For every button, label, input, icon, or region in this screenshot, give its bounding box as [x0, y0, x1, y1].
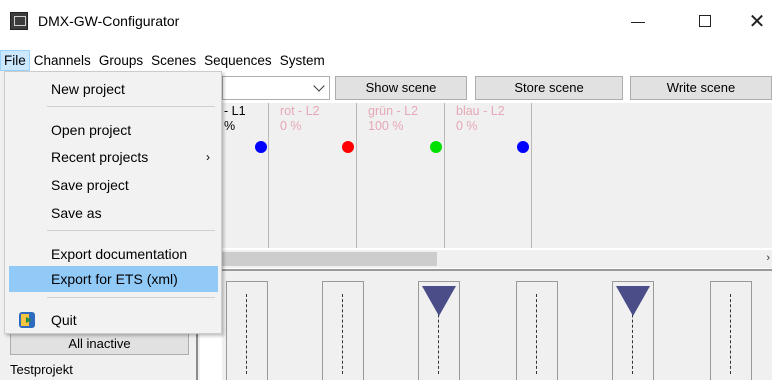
menu-groups[interactable]: Groups	[95, 50, 147, 71]
fader[interactable]	[418, 281, 460, 380]
channel-color-dot	[255, 141, 267, 153]
channel-card[interactable]: rot - L2 0 %	[270, 103, 357, 248]
fader-track	[730, 294, 731, 374]
fader[interactable]	[710, 281, 752, 380]
fader-handle[interactable]	[422, 286, 456, 316]
menu-item-open-project[interactable]: Open project	[9, 117, 218, 143]
menu-bar: File Channels Groups Scenes Sequences Sy…	[0, 50, 772, 71]
menu-separator	[47, 230, 215, 231]
fader-area	[222, 271, 772, 380]
menu-sequences[interactable]: Sequences	[200, 50, 276, 71]
horizontal-scrollbar[interactable]: ›	[222, 250, 772, 268]
all-inactive-button[interactable]: All inactive	[10, 332, 189, 355]
close-icon: ✕	[748, 10, 766, 33]
project-name: Testprojekt	[10, 362, 73, 377]
menu-file[interactable]: File	[0, 50, 30, 71]
fader[interactable]	[516, 281, 558, 380]
channel-name: grün - L2	[368, 104, 419, 118]
minimize-icon	[631, 21, 645, 23]
close-button[interactable]: ✕	[742, 8, 772, 34]
minimize-button[interactable]	[623, 8, 653, 34]
channel-color-dot	[517, 141, 529, 153]
menu-item-quit[interactable]: Quit	[9, 307, 218, 333]
menu-item-export-documentation[interactable]: Export documentation	[9, 241, 218, 267]
channel-card[interactable]: - L1 %	[222, 103, 269, 248]
fader[interactable]	[226, 281, 268, 380]
channel-card[interactable]: blau - L2 0 %	[446, 103, 532, 248]
title-bar: DMX-GW-Configurator ✕	[0, 0, 772, 42]
exit-door-icon	[19, 312, 35, 328]
fader-track	[246, 294, 247, 374]
store-scene-button[interactable]: Store scene	[475, 76, 623, 100]
channel-name: rot - L2	[280, 104, 320, 118]
channel-color-dot	[430, 141, 442, 153]
channel-value: 100 %	[368, 119, 404, 133]
channel-value: 0 %	[280, 119, 302, 133]
channel-name: - L1	[224, 104, 246, 118]
show-scene-button[interactable]: Show scene	[335, 76, 467, 100]
menu-item-label: Quit	[51, 312, 77, 328]
maximize-icon	[699, 15, 711, 27]
menu-item-save-project[interactable]: Save project	[9, 172, 218, 198]
menu-item-new-project[interactable]: New project	[9, 76, 218, 102]
menu-separator	[47, 297, 215, 298]
channel-value: 0 %	[456, 119, 478, 133]
app-icon	[10, 12, 28, 30]
submenu-arrow-icon: ›	[206, 150, 210, 164]
channel-panel: - L1 % rot - L2 0 % grün - L2 100 % blau…	[222, 103, 772, 248]
menu-item-label: Recent projects	[51, 149, 149, 165]
menu-channels[interactable]: Channels	[30, 50, 95, 71]
fader-handle[interactable]	[616, 286, 650, 316]
menu-scenes[interactable]: Scenes	[147, 50, 200, 71]
file-menu-dropdown: New project Open project Recent projects…	[4, 71, 222, 334]
menu-system[interactable]: System	[276, 50, 329, 71]
fader-track	[536, 294, 537, 374]
menu-item-export-for-ets[interactable]: Export for ETS (xml)	[9, 266, 218, 292]
write-scene-button[interactable]: Write scene	[630, 76, 772, 100]
channel-value: %	[224, 119, 236, 133]
channel-name: blau - L2	[456, 104, 505, 118]
channel-card[interactable]: grün - L2 100 %	[358, 103, 445, 248]
chevron-down-icon	[313, 80, 325, 92]
menu-separator	[47, 106, 215, 107]
maximize-button[interactable]	[690, 8, 720, 34]
fader-track	[342, 294, 343, 374]
menu-item-save-as[interactable]: Save as	[9, 200, 218, 226]
scroll-right-icon[interactable]: ›	[766, 252, 770, 264]
channel-color-dot	[342, 141, 354, 153]
scene-select[interactable]	[222, 76, 330, 100]
fader[interactable]	[322, 281, 364, 380]
scrollbar-thumb[interactable]	[222, 252, 437, 266]
fader[interactable]	[612, 281, 654, 380]
window-title: DMX-GW-Configurator	[38, 13, 180, 29]
menu-item-recent-projects[interactable]: Recent projects ›	[9, 144, 218, 170]
